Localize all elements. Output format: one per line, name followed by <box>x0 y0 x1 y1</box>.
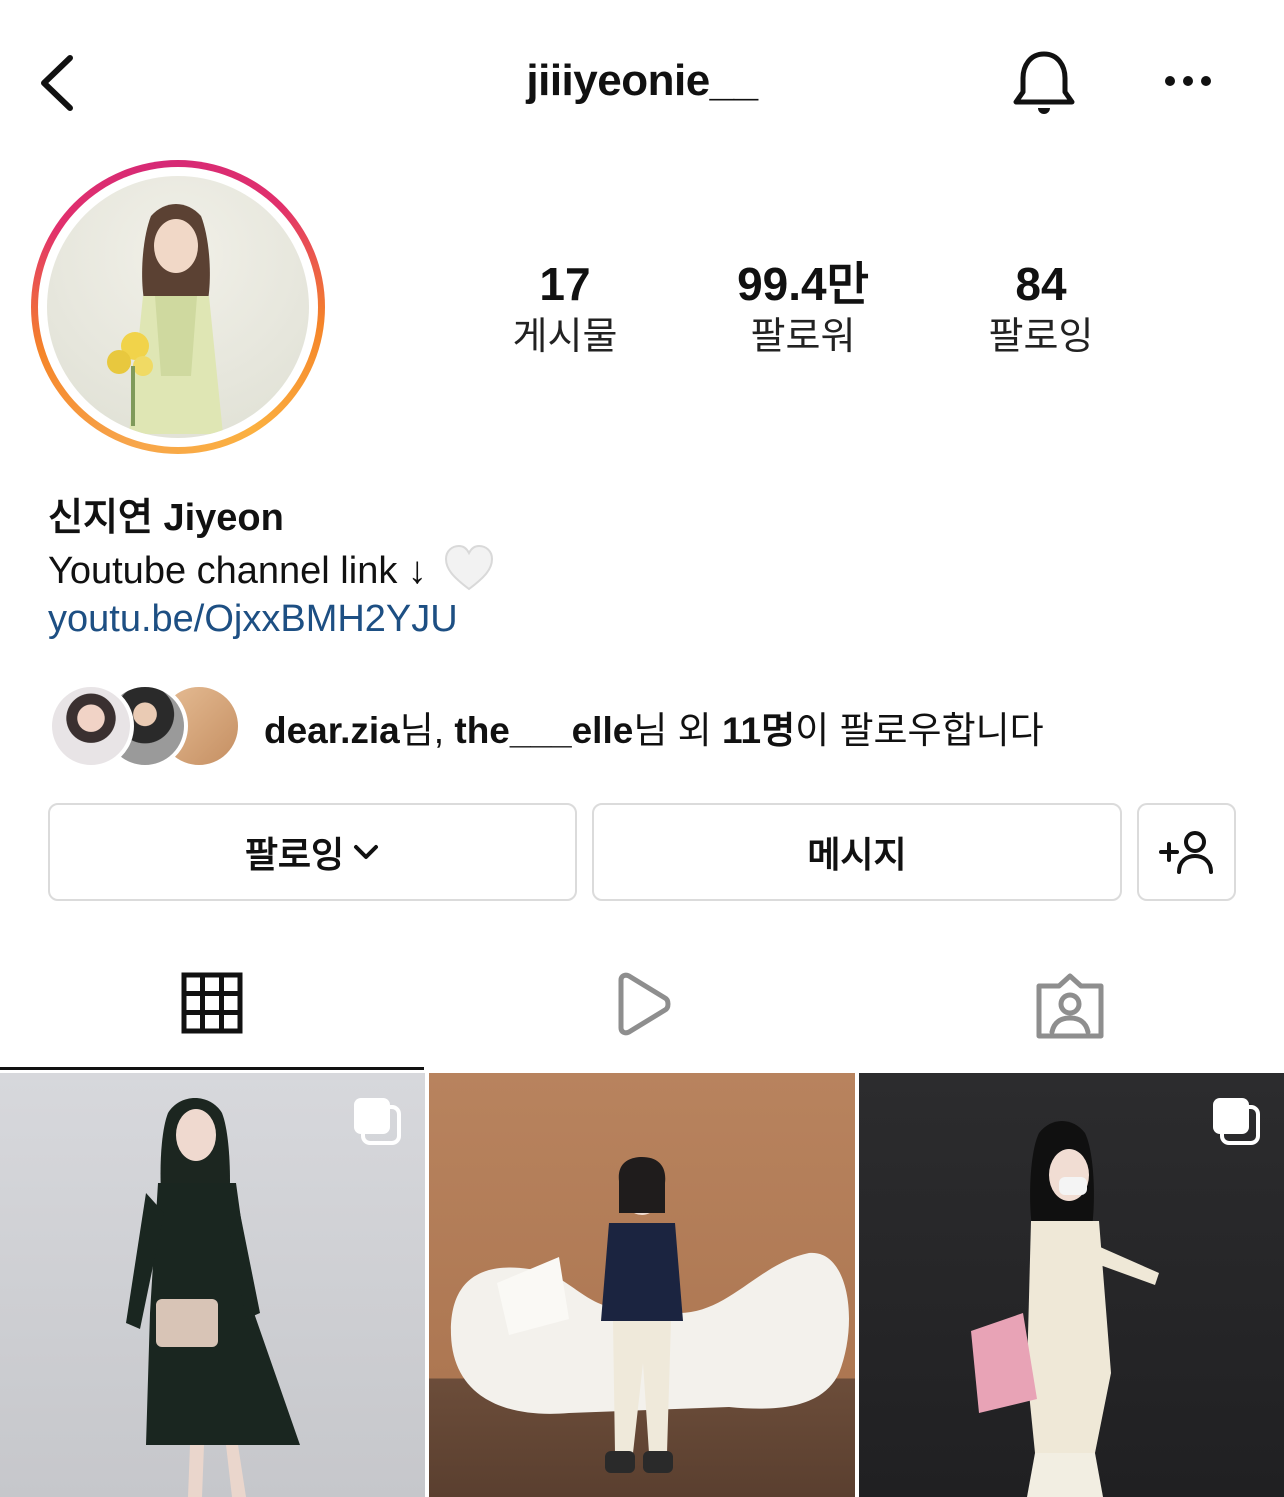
bell-icon <box>1013 51 1075 114</box>
following-stat[interactable]: 84 팔로잉 <box>941 256 1141 362</box>
more-options-button[interactable] <box>1158 66 1218 96</box>
notifications-button[interactable] <box>1008 46 1080 122</box>
posts-label: 게시물 <box>512 316 618 358</box>
tab-posts-grid[interactable] <box>0 944 424 1070</box>
posts-stat[interactable]: 17 게시물 <box>465 256 665 362</box>
top-bar: jiiiyeonie__ <box>0 0 1284 160</box>
grid-icon <box>181 972 243 1034</box>
following-button-label: 팔로잉 <box>244 834 345 875</box>
tagged-icon <box>1036 973 1104 1039</box>
following-button[interactable]: 팔로잉 <box>48 803 577 901</box>
carousel-icon <box>354 1098 401 1145</box>
message-button-label: 메시지 <box>807 834 907 875</box>
carousel-icon <box>1213 1098 1260 1145</box>
mutual-followers-avatars[interactable] <box>48 683 244 769</box>
followers-label: 팔로워 <box>750 316 856 358</box>
avatar-illustration <box>107 204 223 434</box>
tab-reels[interactable] <box>428 944 856 1070</box>
profile-avatar <box>47 176 309 438</box>
mutual-user-2: the___elle <box>454 710 634 751</box>
mutual-user-1: dear.zia <box>264 710 400 751</box>
story-ring[interactable] <box>31 160 325 454</box>
bio-text-content: Youtube channel link ↓ <box>48 550 427 592</box>
message-button[interactable]: 메시지 <box>592 803 1122 901</box>
ellipsis-icon <box>1165 76 1211 86</box>
post-2-photo <box>450 1157 849 1473</box>
mutual-count: 11명 <box>721 710 796 751</box>
add-person-icon <box>1158 831 1213 874</box>
bio-link[interactable]: youtu.be/OjxxBMH2YJU <box>48 598 458 641</box>
followers-stat[interactable]: 99.4만 팔로워 <box>703 256 903 362</box>
mutual-followers-text[interactable]: dear.zia님, the___elle님 외 11명이 팔로우합니다 <box>264 700 1044 754</box>
profile-username: jiiiyeonie__ <box>526 56 758 105</box>
reels-icon <box>618 972 671 1036</box>
mutual-text-part: 이 팔로우합니다 <box>795 710 1044 751</box>
grid-post-3[interactable] <box>859 1073 1284 1497</box>
following-label: 팔로잉 <box>988 316 1094 358</box>
chevron-down-icon <box>354 845 379 859</box>
posts-count: 17 <box>539 258 591 310</box>
white-heart-icon <box>445 544 494 591</box>
grid-post-2[interactable] <box>429 1073 855 1497</box>
mutual-text-part: 님, <box>399 710 455 751</box>
following-count: 84 <box>1015 258 1067 310</box>
grid-post-1[interactable] <box>0 1073 425 1497</box>
mutual-text-part: 님 외 <box>633 710 722 751</box>
suggested-users-button[interactable] <box>1137 803 1236 901</box>
tab-tagged[interactable] <box>856 944 1284 1070</box>
bio-text: Youtube channel link ↓ <box>48 543 495 593</box>
mutual-avatar-1 <box>48 683 134 769</box>
display-name: 신지연 Jiyeon <box>48 497 284 539</box>
followers-count: 99.4만 <box>737 258 869 310</box>
